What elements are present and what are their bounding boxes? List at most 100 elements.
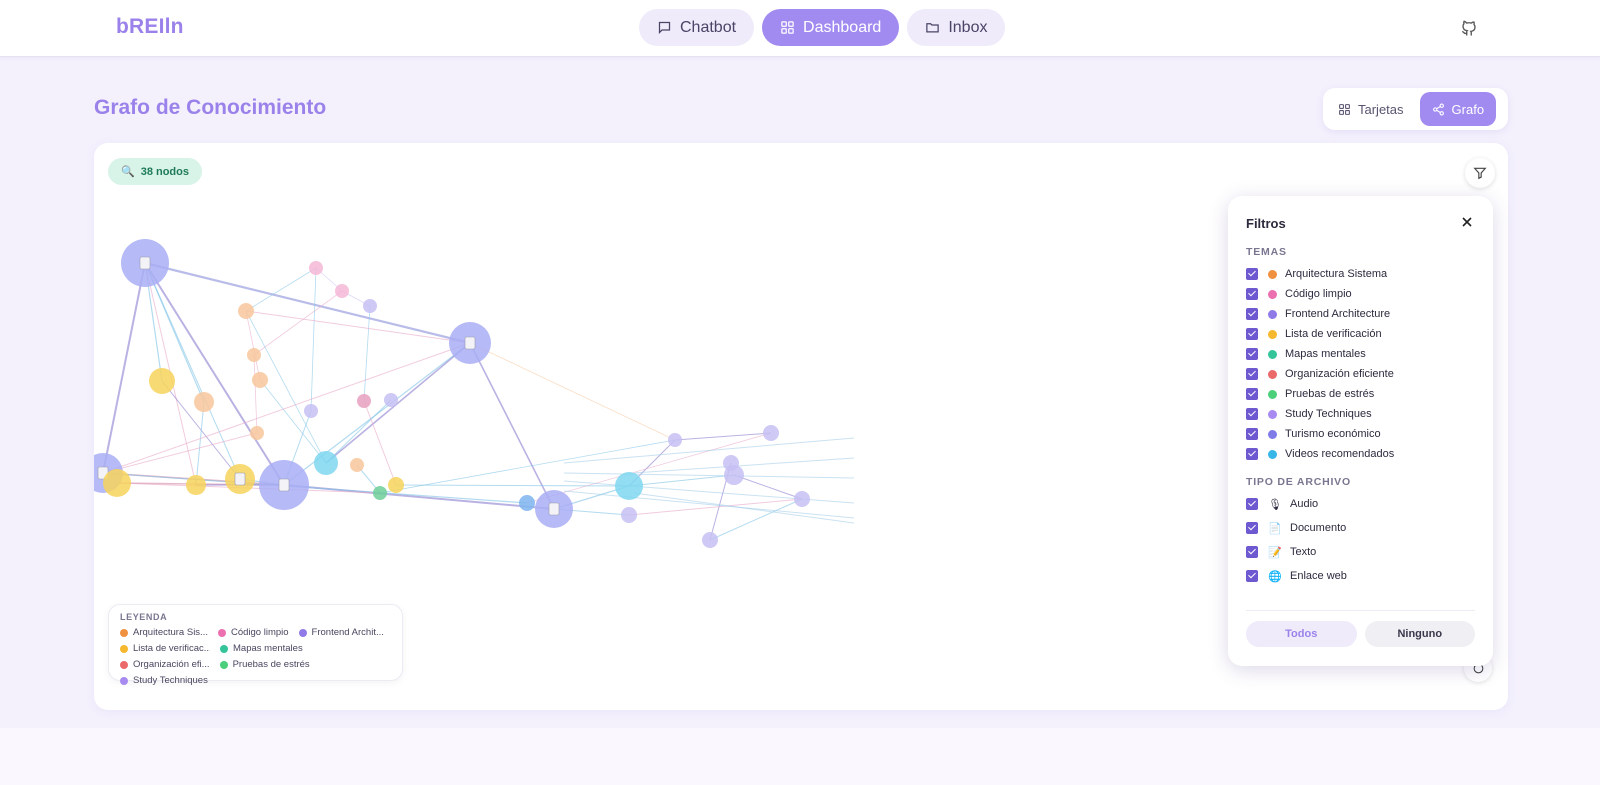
topic-checkbox[interactable]	[1246, 268, 1258, 280]
topic-filter-row[interactable]: Turismo económico	[1246, 424, 1476, 444]
filter-toggle-button[interactable]	[1465, 158, 1495, 188]
topic-color-dot	[1268, 329, 1277, 339]
document-icon	[139, 256, 151, 270]
page-footer-area	[0, 728, 1600, 785]
close-icon[interactable]	[1459, 214, 1475, 230]
topic-checkbox[interactable]	[1246, 328, 1258, 340]
topic-color-dot	[1268, 269, 1277, 279]
topic-checkbox[interactable]	[1246, 348, 1258, 360]
topic-filter-row[interactable]: Código limpio	[1246, 284, 1476, 304]
legend-item: Mapas mentales	[220, 642, 303, 655]
filetype-list: 🎙 Audio 📄 Documento 📝 Texto 🌐 Enlace web	[1246, 492, 1476, 588]
topic-checkbox[interactable]	[1246, 368, 1258, 380]
graph-node[interactable]	[615, 472, 643, 500]
nav-inbox-button[interactable]: Inbox	[907, 9, 1006, 46]
topic-checkbox[interactable]	[1246, 448, 1258, 460]
topic-filter-row[interactable]: Lista de verificación	[1246, 324, 1476, 344]
topic-filter-row[interactable]: Videos recomendados	[1246, 444, 1476, 464]
legend-dot	[217, 628, 226, 637]
graph-node[interactable]	[384, 393, 398, 407]
graph-edge	[102, 262, 146, 474]
legend-item: Arquitectura Sis...	[120, 626, 208, 639]
graph-view-button[interactable]: Grafo	[1419, 92, 1497, 126]
legend-item: Pruebas de estrés	[219, 658, 310, 671]
topic-checkbox[interactable]	[1246, 408, 1258, 420]
graph-node[interactable]	[250, 426, 264, 440]
legend-label: Código limpio	[230, 627, 289, 638]
graph-edge	[245, 310, 261, 381]
graph-node[interactable]	[238, 303, 254, 319]
app-logo[interactable]: bREIln	[116, 15, 184, 39]
legend-item: Código limpio	[217, 626, 289, 639]
topic-label: Videos recomendados	[1285, 448, 1395, 460]
legend-label: Mapas mentales	[233, 643, 303, 654]
legend-label: Arquitectura Sis...	[133, 627, 208, 638]
topic-label: Turismo económico	[1285, 428, 1381, 440]
topic-filter-row[interactable]: Frontend Architecture	[1246, 304, 1476, 324]
microphone-icon: 🎙	[1268, 498, 1282, 511]
graph-node[interactable]	[668, 433, 682, 447]
topic-filter-row[interactable]: Pruebas de estrés	[1246, 384, 1476, 404]
view-toggle: Tarjetas Grafo	[1323, 88, 1508, 130]
graph-node[interactable]	[702, 532, 718, 548]
graph-node[interactable]	[252, 372, 268, 388]
graph-edge	[733, 474, 803, 500]
share-icon	[1432, 103, 1444, 115]
legend-items: Arquitectura Sis... Código limpio Frontend…	[120, 626, 391, 687]
topic-checkbox[interactable]	[1246, 288, 1258, 300]
graph-node[interactable]	[794, 491, 810, 507]
topic-label: Arquitectura Sistema	[1285, 268, 1388, 280]
graph-node[interactable]	[519, 495, 535, 511]
topic-label: Pruebas de estrés	[1285, 388, 1375, 400]
filetype-filter-row[interactable]: 📄 Documento	[1246, 516, 1476, 540]
topic-checkbox[interactable]	[1246, 428, 1258, 440]
topics-heading: TEMAS	[1246, 246, 1287, 258]
graph-node[interactable]	[350, 458, 364, 472]
topic-color-dot	[1268, 449, 1277, 459]
graph-edge	[102, 472, 528, 504]
graph-node[interactable]	[314, 451, 338, 475]
node-count-label: 38 nodos	[140, 165, 189, 178]
graph-node[interactable]	[621, 507, 637, 523]
filetype-filter-row[interactable]: 🎙 Audio	[1246, 492, 1476, 516]
graph-node[interactable]	[309, 261, 323, 275]
filetype-filter-row[interactable]: 📝 Texto	[1246, 540, 1476, 564]
graph-node[interactable]	[103, 469, 131, 497]
graph-node[interactable]	[724, 465, 744, 485]
select-all-button[interactable]: Todos	[1246, 621, 1357, 647]
folder-icon	[926, 23, 940, 33]
topic-filter-row[interactable]: Mapas mentales	[1246, 344, 1476, 364]
graph-node[interactable]	[373, 486, 387, 500]
graph-node[interactable]	[194, 392, 214, 412]
github-icon[interactable]	[1460, 18, 1478, 38]
graph-node[interactable]	[388, 477, 404, 493]
nav-chatbot-button[interactable]: Chatbot	[639, 9, 755, 46]
nav-dashboard-label: Dashboard	[803, 18, 882, 36]
graph-node[interactable]	[186, 475, 206, 495]
topic-checkbox[interactable]	[1246, 388, 1258, 400]
graph-node[interactable]	[357, 394, 371, 408]
nav-dashboard-button[interactable]: Dashboard	[762, 9, 900, 46]
topic-filter-row[interactable]: Arquitectura Sistema	[1246, 264, 1476, 284]
topic-filter-row[interactable]: Study Techniques	[1246, 404, 1476, 424]
graph-node[interactable]	[149, 368, 175, 394]
cards-view-button[interactable]: Tarjetas	[1326, 92, 1416, 126]
filetype-checkbox[interactable]	[1246, 570, 1258, 582]
graph-edge	[469, 342, 555, 510]
graph-node[interactable]	[335, 284, 349, 298]
select-none-button[interactable]: Ninguno	[1364, 621, 1475, 647]
node-count-badge: 🔍 38 nodos	[108, 158, 202, 185]
legend-dot	[219, 660, 228, 669]
filetype-checkbox[interactable]	[1246, 498, 1258, 510]
topic-filter-row[interactable]: Organización eficiente	[1246, 364, 1476, 384]
graph-node[interactable]	[304, 404, 318, 418]
filetype-filter-row[interactable]: 🌐 Enlace web	[1246, 564, 1476, 588]
topic-color-dot	[1268, 369, 1277, 379]
graph-edge	[633, 457, 854, 474]
filetype-checkbox[interactable]	[1246, 546, 1258, 558]
topic-checkbox[interactable]	[1246, 308, 1258, 320]
graph-node[interactable]	[363, 299, 377, 313]
graph-node[interactable]	[763, 425, 779, 441]
graph-node[interactable]	[247, 348, 261, 362]
filetype-checkbox[interactable]	[1246, 522, 1258, 534]
